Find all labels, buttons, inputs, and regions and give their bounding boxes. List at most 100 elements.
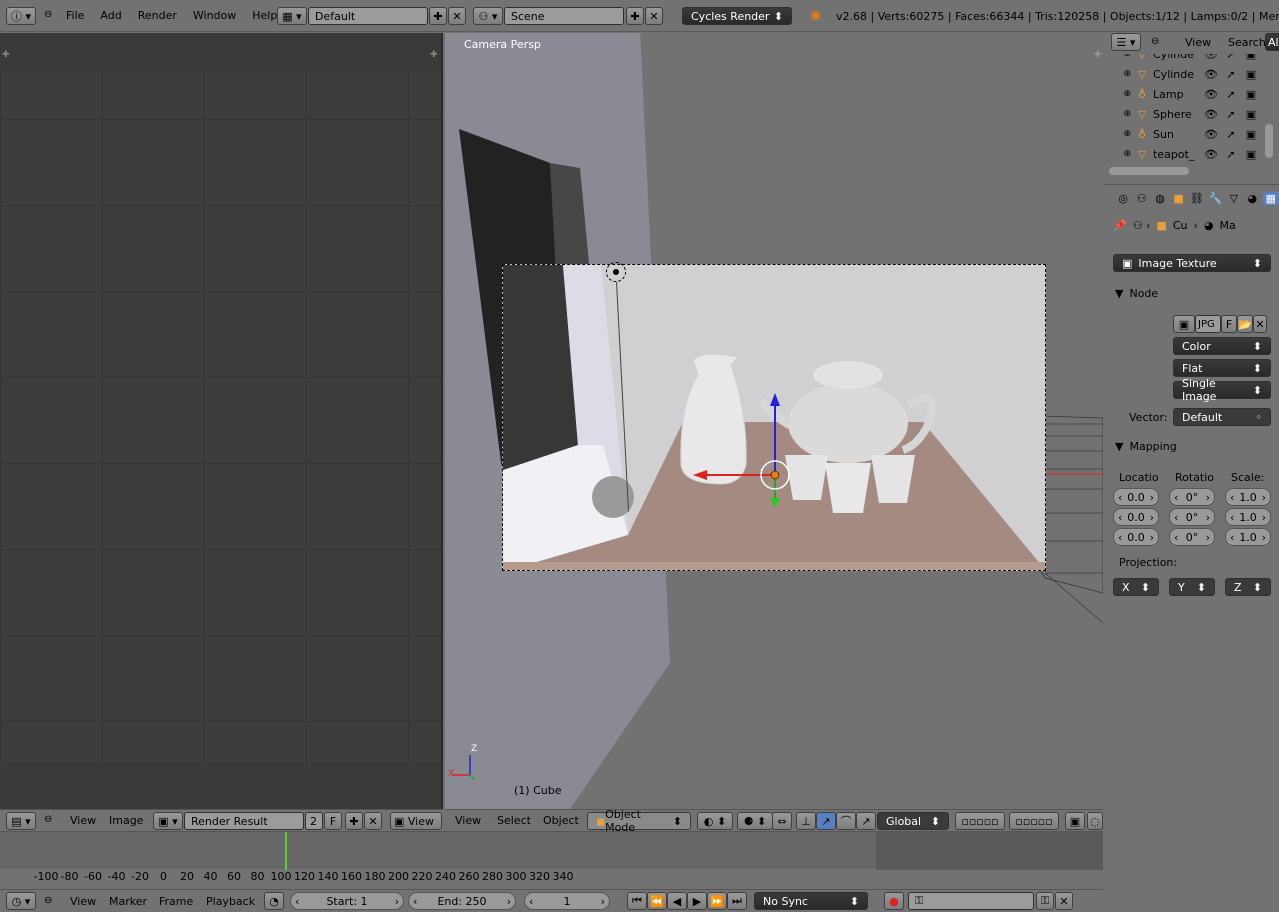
image-browse-icon[interactable]: ▣ [1173, 315, 1195, 333]
start-frame-field[interactable]: ‹ Start: 1 › [290, 892, 404, 910]
end-frame-field[interactable]: ‹ End: 250 › [408, 892, 516, 910]
unlink-image-icon[interactable]: ✕ [1253, 315, 1267, 333]
rotation-field[interactable]: ‹ 0° › [1169, 528, 1215, 546]
image-name-field[interactable]: Render Result [184, 812, 304, 830]
render-preview-icon[interactable]: ▣ [1065, 812, 1085, 830]
current-frame-line[interactable] [285, 832, 287, 870]
render-camera-icon[interactable]: ▣ [1241, 128, 1261, 141]
mapping-panel-header[interactable]: ▼ Mapping [1115, 440, 1177, 453]
image-editor-type-button[interactable]: ▤ ▾ [6, 812, 36, 830]
area-split-icon[interactable]: ✚ [1094, 50, 1102, 60]
selectable-cursor-icon[interactable]: ➚ [1221, 54, 1241, 61]
fake-user-button[interactable]: F [324, 812, 342, 830]
timeline-area[interactable]: -100 -80 -60 -40 -20 0 20 40 60 80 100 120 140 160 180… [0, 831, 1103, 885]
manipulator-toggle-icon[interactable]: ⇔ [772, 812, 792, 830]
scale-field[interactable]: ‹ 1.0 › [1225, 528, 1271, 546]
image-fake-user-button[interactable]: F [1221, 315, 1237, 333]
expand-icon[interactable]: ⊕ [1105, 89, 1131, 99]
texture-tab-icon[interactable]: ▦ [1262, 191, 1279, 205]
data-tab-icon[interactable]: ▽ [1226, 192, 1242, 205]
world-tab-icon[interactable]: ◍ [1152, 192, 1168, 205]
menu-object[interactable]: Object [535, 814, 587, 827]
open-image-icon[interactable]: 📂 [1237, 315, 1253, 333]
pivot-point-dropdown[interactable]: ⚈ ⬍ [737, 812, 773, 830]
visibility-eye-icon[interactable]: 👁 [1201, 108, 1221, 121]
jump-start-icon[interactable]: ⏮ [627, 892, 647, 910]
keying-set-field[interactable]: ⚿ [908, 892, 1034, 910]
translate-manipulator-icon[interactable]: ⊥ [796, 812, 816, 830]
collapse-icon[interactable]: ⊖ [1151, 36, 1159, 47]
layer-buttons-1[interactable]: ▫▫▫▫▫ [955, 812, 1005, 830]
selectable-cursor-icon[interactable]: ➚ [1221, 68, 1241, 81]
selectable-cursor-icon[interactable]: ➚ [1221, 148, 1241, 161]
image-browse-icon[interactable]: ▣ ▾ [153, 812, 183, 830]
constraints-tab-icon[interactable]: ⛓ [1189, 192, 1205, 205]
menu-file[interactable]: File [58, 9, 92, 22]
play-icon[interactable]: ▶ [687, 892, 707, 910]
color-space-dropdown[interactable]: Color ⬍ [1173, 337, 1271, 355]
jump-keyframe-forward-icon[interactable]: ⏩ [707, 892, 727, 910]
visibility-eye-icon[interactable]: 👁 [1201, 88, 1221, 101]
layer-buttons-2[interactable]: ▫▫▫▫▫ [1009, 812, 1059, 830]
node-panel-header[interactable]: ▼ Node [1115, 287, 1158, 300]
selectable-cursor-icon[interactable]: ➚ [1221, 128, 1241, 141]
node-type-dropdown[interactable]: ▣ Image Texture ⬍ [1113, 254, 1271, 272]
outliner-item[interactable]: ⊕ ♁ Sun 👁 ➚ ▣ [1105, 124, 1265, 144]
location-field[interactable]: ‹ 0.0 › [1113, 508, 1159, 526]
outliner-item[interactable]: ⊕ ▽ teapot_ 👁 ➚ ▣ [1105, 144, 1265, 164]
projection-y-dropdown[interactable]: Y ⬍ [1169, 578, 1215, 596]
delete-keyframe-icon[interactable]: ✕ [1055, 892, 1073, 910]
collapse-icon[interactable]: ⊖ [44, 814, 52, 825]
menu-image[interactable]: Image [101, 814, 151, 827]
timeline-type-button[interactable]: ◷ ▾ [6, 892, 36, 910]
outliner-type-button[interactable]: ☰ ▾ [1111, 33, 1141, 51]
outliner-filter-dropdown[interactable]: Al [1265, 33, 1279, 51]
screen-layout-field[interactable]: Default [308, 7, 428, 25]
area-split-icon[interactable]: ✚ [2, 50, 10, 60]
rotate-manipulator-icon[interactable]: ↗ [816, 812, 836, 830]
outliner-item[interactable]: ⊕ ♁ Lamp 👁 ➚ ▣ [1105, 84, 1265, 104]
outliner-item[interactable]: ⊕ ▽ Cylinde 👁 ➚ ▣ [1105, 64, 1265, 84]
add-screen-button[interactable]: ✚ [429, 7, 447, 25]
render-camera-icon[interactable]: ▣ [1241, 88, 1261, 101]
object-mode-dropdown[interactable]: ◼ Object Mode ⬍ [587, 808, 691, 834]
projection-z-dropdown[interactable]: Z ⬍ [1225, 578, 1271, 596]
selectable-cursor-icon[interactable]: ➚ [1221, 108, 1241, 121]
image-ext-field[interactable]: JPG [1195, 315, 1221, 333]
remove-scene-button[interactable]: ✕ [645, 7, 663, 25]
image-users-count[interactable]: 2 [305, 812, 323, 830]
projection-dropdown[interactable]: Flat ⬍ [1173, 359, 1271, 377]
expand-icon[interactable]: ⊕ [1105, 54, 1131, 59]
render-camera-icon[interactable]: ▣ [1241, 148, 1261, 161]
menu-view[interactable]: View [447, 814, 489, 827]
render-tab-icon[interactable]: ◎ [1115, 192, 1131, 205]
rotation-field[interactable]: ‹ 0° › [1169, 508, 1215, 526]
image-editor-canvas[interactable]: ✚ ✚ [0, 33, 443, 809]
expand-icon[interactable]: ⊕ [1105, 109, 1131, 119]
modifiers-tab-icon[interactable]: 🔧 [1207, 192, 1223, 205]
area-split-icon[interactable]: ✚ [430, 50, 438, 60]
menu-marker[interactable]: Marker [101, 895, 155, 908]
current-frame-field[interactable]: ‹ 1 › [524, 892, 610, 910]
vector-socket-field[interactable]: Default ◦ [1173, 408, 1271, 426]
outliner-scrollbar[interactable] [1265, 124, 1273, 158]
3d-viewport[interactable]: Camera Persp ✚ Z X (1) Cube [445, 33, 1103, 809]
transform-orientation-dropdown[interactable]: Global ⬍ [877, 812, 949, 830]
snap-icon[interactable]: ◌ [1087, 812, 1103, 830]
info-editor-type-button[interactable]: ⓘ ▾ [6, 7, 36, 25]
location-field[interactable]: ‹ 0.0 › [1113, 528, 1159, 546]
scene-field[interactable]: Scene [504, 7, 624, 25]
menu-select[interactable]: Select [489, 814, 539, 827]
rotation-field[interactable]: ‹ 0° › [1169, 488, 1215, 506]
visibility-eye-icon[interactable]: 👁 [1201, 128, 1221, 141]
preview-range-icon[interactable]: ◔ [264, 892, 284, 910]
menu-window[interactable]: Window [185, 9, 244, 22]
add-scene-button[interactable]: ✚ [626, 7, 644, 25]
image-source-dropdown[interactable]: Single Image ⬍ [1173, 377, 1271, 403]
render-camera-icon[interactable]: ▣ [1241, 108, 1261, 121]
insert-keyframe-icon[interactable]: ⚿ [1036, 892, 1054, 910]
location-field[interactable]: ‹ 0.0 › [1113, 488, 1159, 506]
render-camera-icon[interactable]: ▣ [1241, 54, 1261, 61]
visibility-eye-icon[interactable]: 👁 [1201, 54, 1221, 61]
outliner-item[interactable]: ⊕ ▽ Sphere 👁 ➚ ▣ [1105, 104, 1265, 124]
